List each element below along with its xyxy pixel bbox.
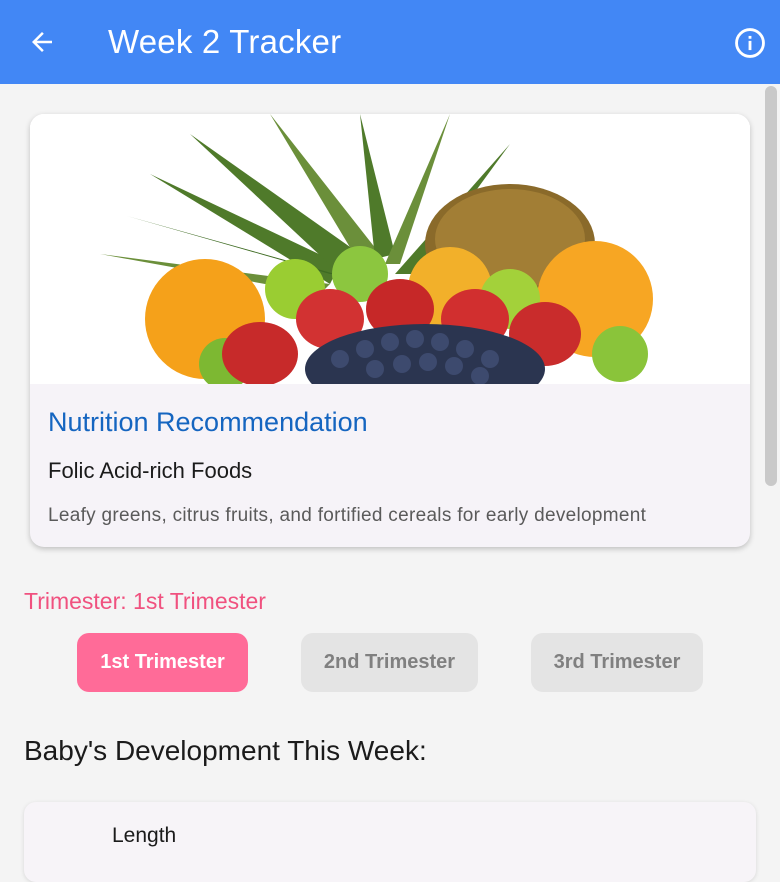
nutrition-heading: Nutrition Recommendation <box>48 407 368 437</box>
page-title: Week 2 Tracker <box>108 23 342 60</box>
trimester-2-button[interactable]: 2nd Trimester <box>301 633 478 692</box>
nutrition-card[interactable]: Nutrition Recommendation Folic Acid-rich… <box>30 114 750 547</box>
arrow-left-icon <box>32 32 52 52</box>
trimester-1-button[interactable]: 1st Trimester <box>77 633 248 692</box>
length-card[interactable]: Length <box>24 802 756 882</box>
info-circle-icon <box>735 28 765 58</box>
info-button[interactable] <box>731 24 769 62</box>
fruit-image <box>30 114 750 384</box>
back-button[interactable] <box>24 24 60 60</box>
nutrition-subheading: Folic Acid-rich Foods <box>48 458 253 483</box>
trimester-3-button[interactable]: 3rd Trimester <box>531 633 703 692</box>
scrollbar[interactable] <box>765 86 777 486</box>
trimester-label: Trimester: 1st Trimester <box>24 588 266 614</box>
development-heading: Baby's Development This Week: <box>24 735 427 766</box>
app-bar: Week 2 Tracker <box>0 0 780 84</box>
length-label: Length <box>112 824 177 847</box>
nutrition-description: Leafy greens, citrus fruits, and fortifi… <box>48 505 647 526</box>
